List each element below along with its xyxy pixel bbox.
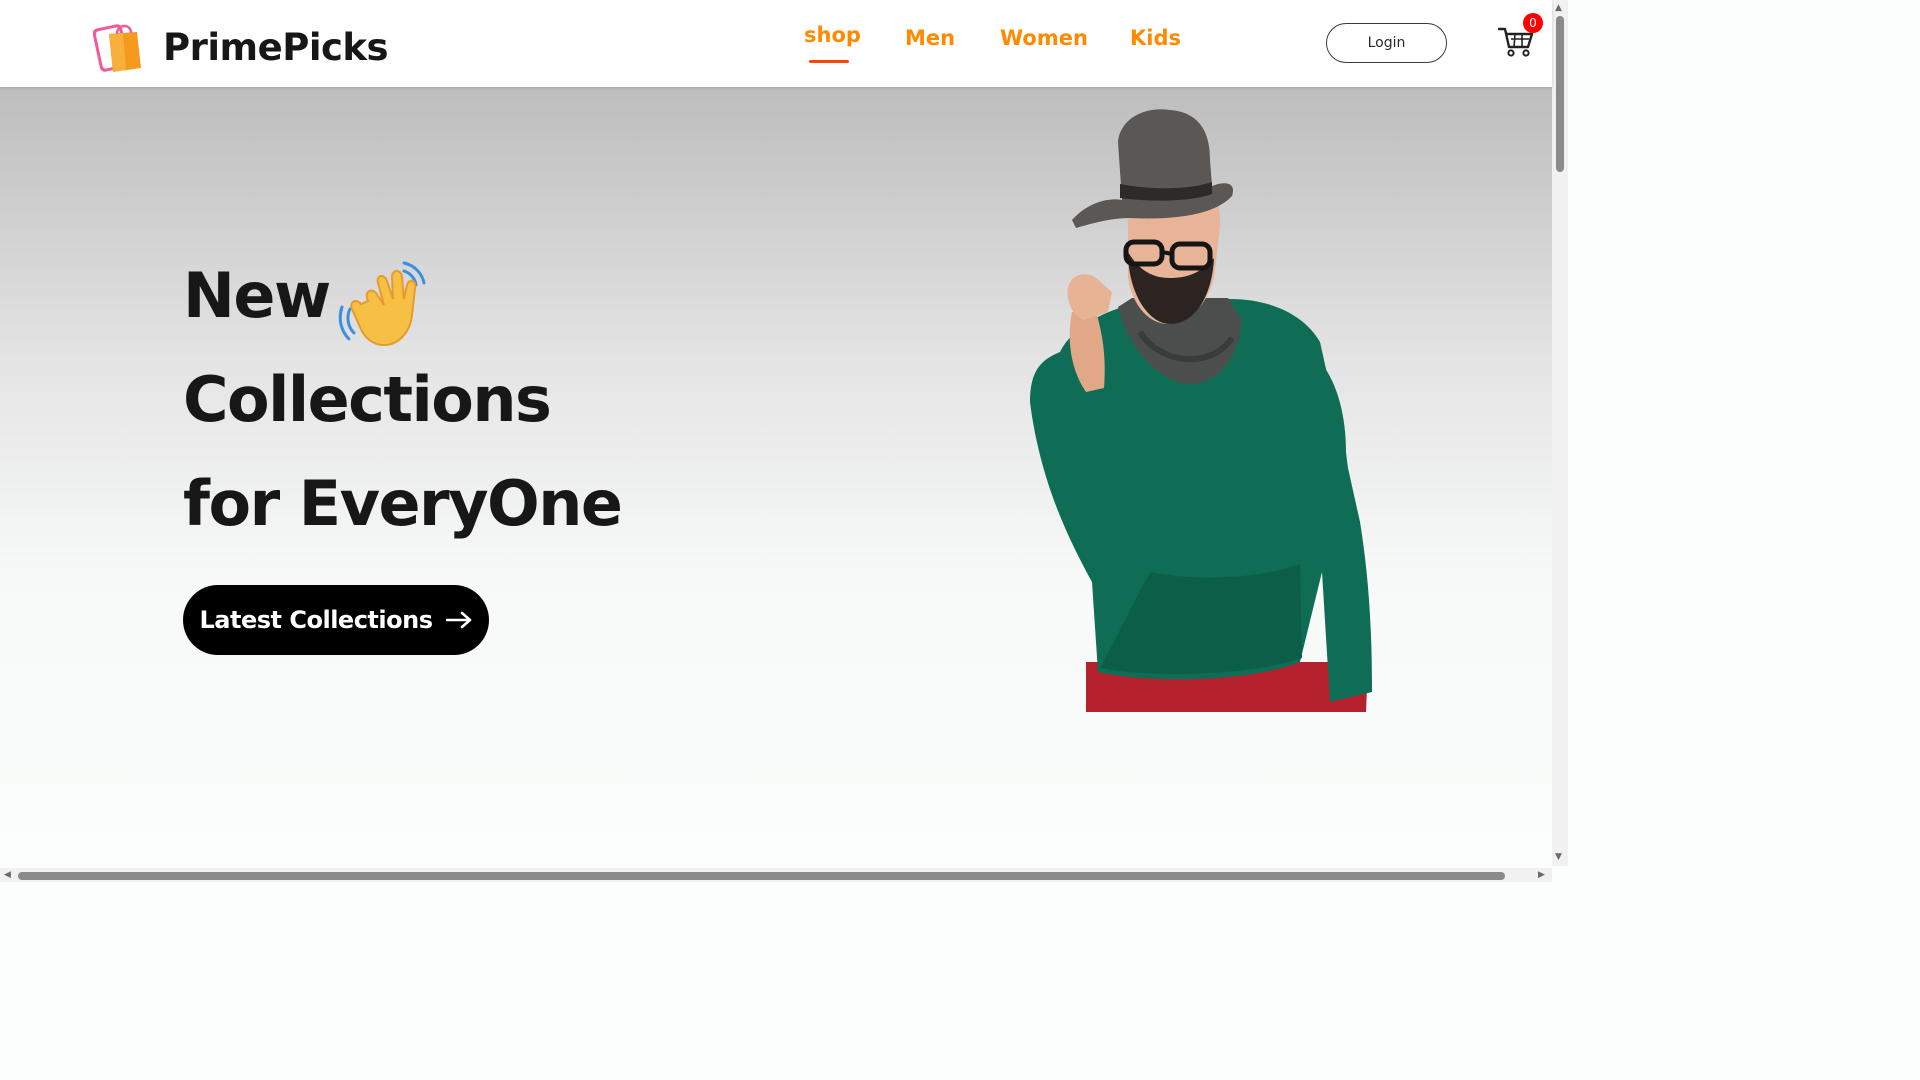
scroll-down-arrow-icon[interactable]: ▼ — [1555, 852, 1562, 862]
latest-collections-button[interactable]: Latest Collections — [183, 585, 489, 655]
vertical-scrollbar[interactable]: ▲ ▼ — [1552, 0, 1568, 866]
horizontal-scrollbar-thumb[interactable] — [18, 872, 1505, 880]
brand-logo[interactable]: PrimePicks — [93, 18, 389, 76]
horizontal-scrollbar[interactable]: ◀ ▶ — [0, 868, 1552, 882]
nav-item-men[interactable]: Men — [905, 26, 955, 50]
nav-item-women[interactable]: Women — [1000, 26, 1088, 50]
hero-headline-line-3: for EveryOne — [183, 467, 623, 540]
nav-item-kids[interactable]: Kids — [1130, 26, 1181, 50]
vertical-scrollbar-thumb[interactable] — [1556, 16, 1564, 172]
hero-headline-line-2: Collections — [183, 363, 552, 436]
scroll-right-arrow-icon[interactable]: ▶ — [1538, 870, 1545, 880]
shopping-bag-logo-icon — [93, 24, 141, 72]
latest-collections-label: Latest Collections — [199, 606, 433, 634]
hero-model-image — [1030, 109, 1372, 712]
navbar: PrimePicks shop Men Women Kids Login 0 — [0, 0, 1552, 87]
waving-hand-icon — [338, 261, 426, 347]
cart-count-badge: 0 — [1523, 13, 1543, 33]
brand-name: PrimePicks — [163, 25, 389, 69]
nav-item-shop[interactable]: shop — [804, 23, 861, 47]
active-nav-underline — [809, 60, 849, 63]
login-button[interactable]: Login — [1326, 23, 1447, 63]
arrow-right-icon — [446, 611, 472, 629]
scroll-up-arrow-icon[interactable]: ▲ — [1555, 3, 1562, 13]
hero-section: New Collections for EveryOne Latest Coll… — [0, 87, 1552, 868]
scroll-left-arrow-icon[interactable]: ◀ — [4, 870, 11, 880]
hero-headline-line-1: New — [183, 259, 331, 332]
